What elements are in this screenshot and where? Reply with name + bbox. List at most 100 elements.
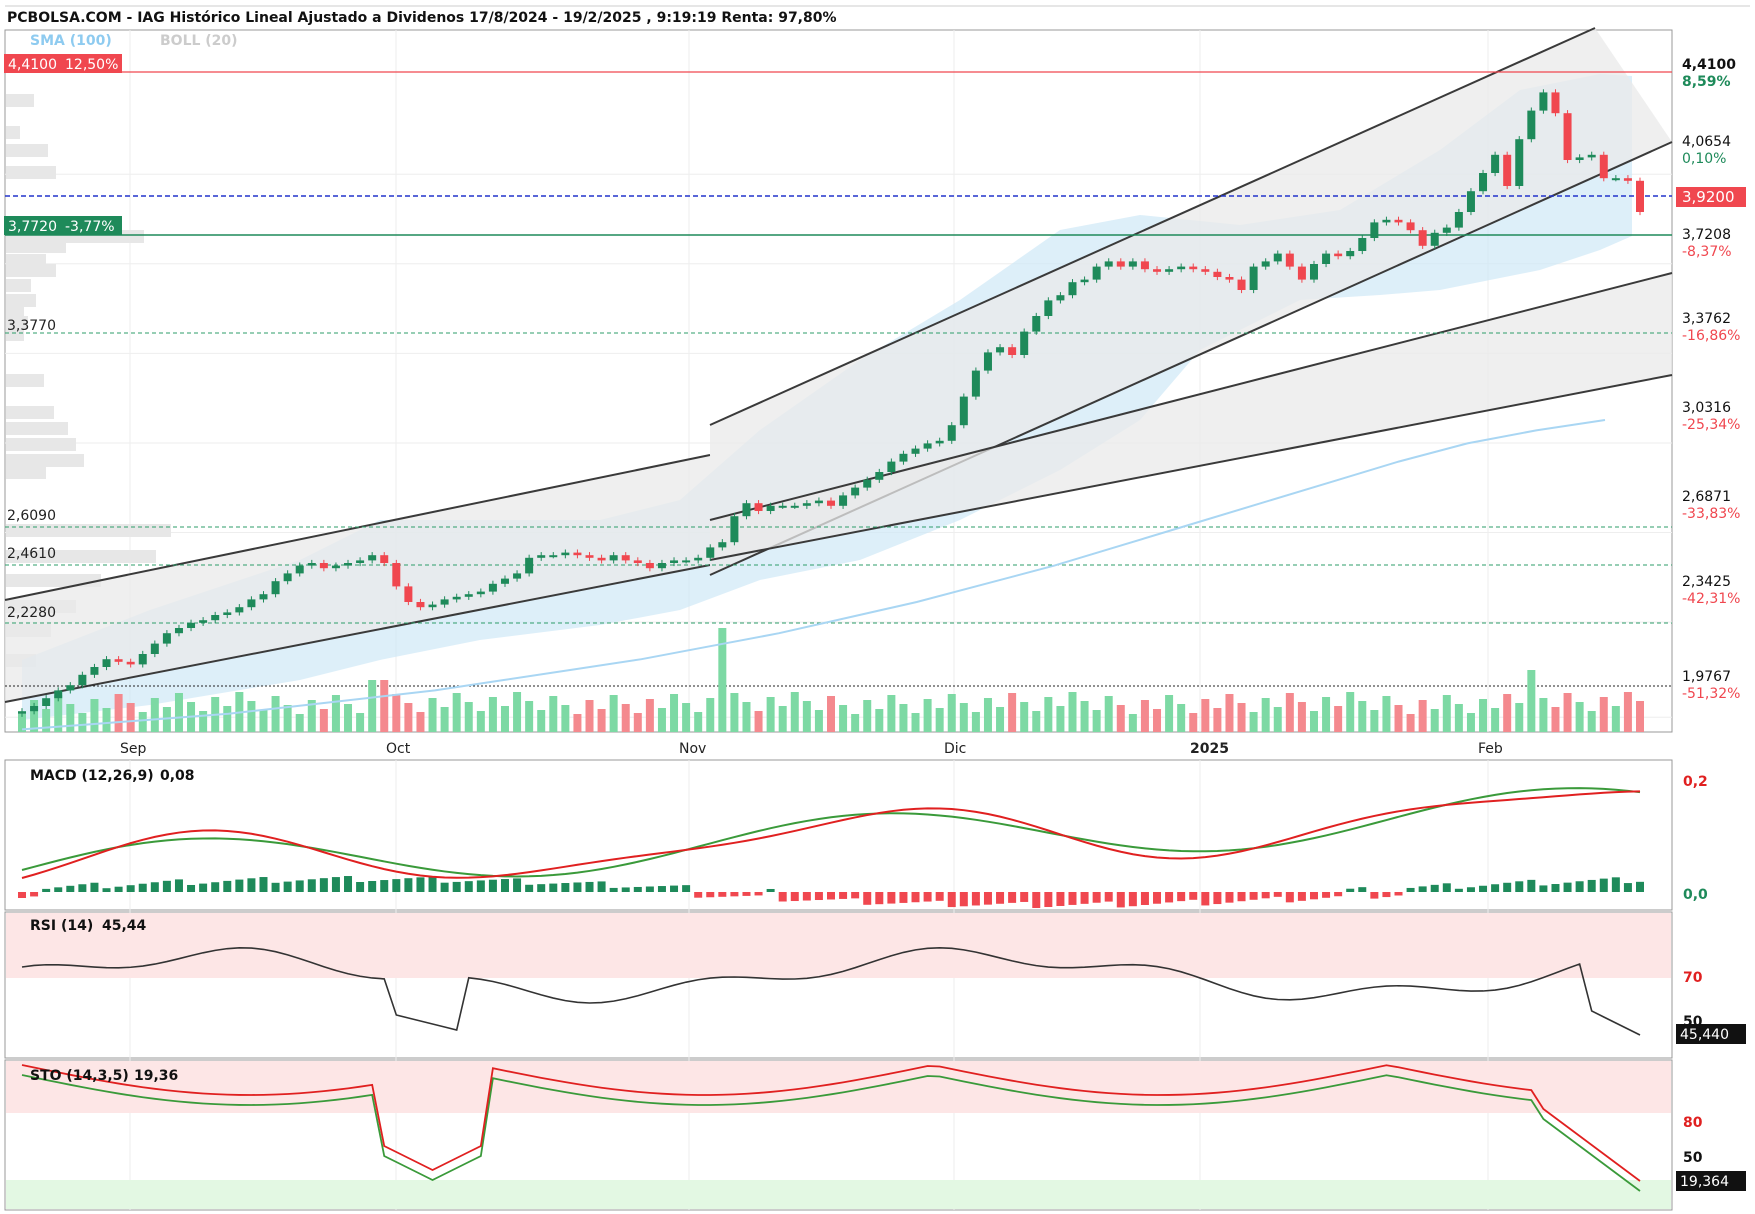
candle-body: [1297, 266, 1306, 280]
right-top-price: 4,4100: [1682, 57, 1736, 73]
volume-bar: [911, 713, 920, 732]
volume-bar: [440, 707, 449, 732]
volume-bar: [1225, 694, 1234, 732]
macd-histogram-bar: [392, 879, 401, 892]
volume-bar: [344, 704, 353, 732]
candle-body: [730, 516, 739, 543]
volume-bar: [1479, 699, 1488, 732]
macd-histogram-bar: [802, 892, 811, 901]
candle-body: [247, 599, 256, 608]
volume-bar: [621, 704, 630, 732]
macd-histogram-bar: [428, 876, 437, 892]
macd-histogram-bar: [923, 892, 932, 902]
volume-bar: [66, 704, 75, 732]
left-level: 2,6090: [7, 508, 56, 524]
macd-histogram-bar: [500, 879, 509, 892]
macd-histogram-bar: [102, 888, 111, 892]
volume-bar: [947, 694, 956, 732]
month-label: Nov: [679, 741, 706, 757]
volume-bar: [126, 703, 135, 732]
macd-histogram-bar: [1153, 892, 1162, 904]
volume-bar: [1237, 703, 1246, 732]
macd-histogram-bar: [609, 887, 618, 892]
volume-bar: [428, 698, 437, 732]
candle-body: [90, 667, 99, 675]
volume-bar: [1636, 701, 1644, 732]
candle-body: [718, 542, 727, 548]
volume-bar: [513, 692, 522, 732]
volume-bar: [1454, 704, 1463, 732]
volume-bar: [730, 693, 739, 732]
macd-histogram-bar: [78, 884, 87, 892]
macd-histogram-bar: [440, 882, 449, 892]
candle-body: [174, 628, 183, 634]
macd-histogram-bar: [1382, 892, 1391, 898]
candle-body: [1044, 300, 1053, 316]
candle-body: [525, 557, 534, 574]
volume-bar: [694, 712, 703, 732]
volume-bar: [380, 680, 389, 732]
candle-body: [223, 612, 232, 615]
candle-body: [295, 565, 304, 574]
candle-body: [609, 555, 618, 561]
candle-body: [464, 594, 473, 597]
volume-bar: [645, 699, 654, 732]
volume-bar: [839, 705, 848, 732]
candle-body: [1575, 157, 1584, 160]
candle-body: [899, 453, 908, 462]
candle-body: [428, 604, 437, 608]
volume-bar: [1297, 702, 1306, 732]
candle-body: [30, 706, 39, 712]
volume-bar: [283, 705, 292, 732]
volume-bar: [525, 701, 534, 732]
candle-body: [78, 674, 87, 686]
macd-histogram-bar: [887, 892, 896, 904]
boll-legend[interactable]: BOLL (20): [160, 33, 238, 49]
macd-histogram-bar: [1225, 892, 1234, 903]
volume-bar: [1165, 695, 1174, 732]
macd-histogram-bar: [1128, 892, 1137, 907]
candle-body: [66, 685, 75, 691]
volume-bar: [1032, 711, 1041, 732]
top-level-pct: 12,50%: [65, 57, 118, 73]
volume-bar: [259, 710, 268, 732]
macd-histogram-bar: [1491, 884, 1500, 892]
candle-body: [887, 461, 896, 472]
macd-histogram-bar: [114, 886, 123, 892]
candle-body: [935, 440, 944, 444]
volume-bar: [271, 696, 280, 732]
candle-body: [114, 659, 123, 662]
volume-bar: [1587, 711, 1596, 732]
month-label: Oct: [386, 741, 411, 757]
macd-histogram-bar: [694, 892, 703, 898]
macd-histogram-bar: [983, 892, 992, 905]
volume-bar: [356, 713, 365, 732]
volume-bar: [1116, 705, 1125, 732]
volume-bar: [1177, 704, 1186, 732]
volume-profile-bar: [6, 406, 54, 419]
candle-body: [839, 495, 848, 506]
sto-label: STO (14,3,5): [30, 1068, 129, 1084]
candle-body: [766, 505, 775, 511]
volume-bar: [875, 709, 884, 732]
macd-histogram-bar: [718, 892, 727, 897]
sma-legend[interactable]: SMA (100): [30, 33, 112, 49]
candle-body: [513, 573, 522, 579]
volume-bar: [319, 709, 328, 732]
volume-bar: [247, 701, 256, 732]
volume-bar: [1309, 711, 1318, 732]
candle-body: [380, 555, 389, 563]
macd-histogram-bar: [1322, 892, 1331, 898]
rsi-overbought-zone: [6, 913, 1671, 978]
macd-histogram-bar: [1611, 877, 1620, 892]
candle-body: [971, 370, 980, 397]
volume-bar: [1370, 710, 1379, 732]
volume-bar: [1406, 714, 1415, 732]
macd-histogram-bar: [1636, 881, 1644, 892]
volume-bar: [778, 706, 787, 732]
volume-bar: [1346, 692, 1355, 732]
macd-histogram-bar: [1104, 892, 1113, 902]
candle-body: [657, 563, 666, 569]
volume-profile-bar: [6, 454, 84, 467]
volume-bar: [802, 701, 811, 732]
